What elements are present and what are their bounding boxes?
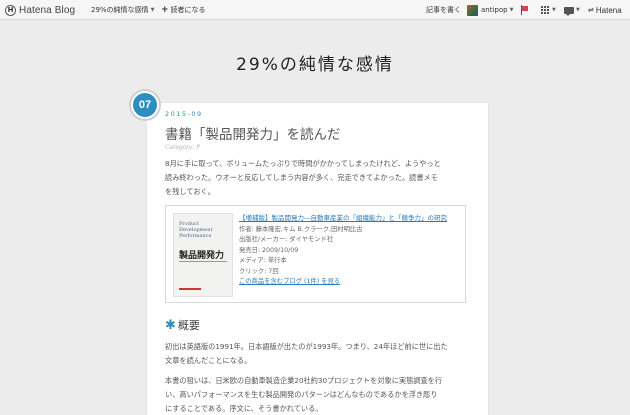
chevron-down-icon: ▼ bbox=[576, 7, 580, 13]
paragraph-line: い、高いパフォーマンスを生む製品開発のパターンはどんなものであるかを浮き彫り bbox=[165, 390, 438, 399]
product-info: 【増補版】製品開発力―自動車産業の「組織能力」と「競争力」の研究 作者: 藤本隆… bbox=[239, 213, 447, 288]
paragraph-line: 文章を読んだことになる。 bbox=[165, 356, 252, 365]
paragraph-line: 初出は英語版の1991年。日本語版が出たのが1993年。つまり、24年ほど前に世… bbox=[165, 342, 448, 351]
flag-icon bbox=[520, 5, 528, 15]
hatena-label: Hatena bbox=[595, 5, 622, 15]
subscribe-label: 読者になる bbox=[170, 6, 206, 14]
chevron-down-icon: ▼ bbox=[150, 7, 155, 13]
intro-line: 読み終わった。ウオーと反応してしまう内容が多く、完走できてよかった。読書メモ bbox=[165, 173, 438, 182]
top-navigation-bar: H Hatena Blog 29%の純情な感情 ▼ + 読者になる 記事を書く … bbox=[0, 0, 630, 20]
avatar bbox=[467, 4, 478, 16]
write-entry-label: 記事を書く bbox=[426, 6, 461, 14]
product-blog-link[interactable]: この商品を含むブログ (1件) を見る bbox=[239, 278, 340, 285]
cover-divider bbox=[179, 261, 227, 262]
product-title-link[interactable]: 【増補版】製品開発力―自動車産業の「組織能力」と「競争力」の研究 bbox=[239, 213, 447, 224]
product-clicks: クリック: 7回 bbox=[239, 267, 279, 275]
subscribe-button[interactable]: + 読者になる bbox=[161, 0, 206, 20]
blog-title[interactable]: 29%の純情な感情 bbox=[0, 50, 630, 75]
intro-line: を残しておく。 bbox=[165, 187, 215, 196]
entry-title[interactable]: 書籍「製品開発力」を読んだ bbox=[165, 123, 341, 143]
blog-menu-dropdown[interactable]: 29%の純情な感情 ▼ bbox=[91, 0, 154, 20]
chevron-down-icon: ▼ bbox=[509, 7, 514, 13]
chevron-down-icon: ▼ bbox=[552, 7, 556, 13]
summary-paragraph-1: 初出は英語版の1991年。日本語版が出たのが1993年。つまり、24年ほど前に世… bbox=[165, 340, 470, 368]
cover-accent bbox=[179, 288, 201, 290]
hatena-link[interactable]: ⇌ Hatena bbox=[588, 0, 622, 20]
grid-icon bbox=[541, 5, 550, 15]
messages-menu-button[interactable]: ▼ bbox=[564, 0, 580, 20]
intro-paragraph: 8月に手に取って、ボリュームたっぷりで時間がかかってしまったけれど、ようやっと … bbox=[165, 157, 470, 199]
speech-bubble-icon bbox=[564, 6, 574, 16]
section-heading: ✱ 概要 bbox=[165, 317, 200, 333]
hatena-arrow-icon: ⇌ bbox=[588, 6, 594, 14]
notification-flag-button[interactable] bbox=[520, 0, 528, 20]
summary-paragraph-2: 本書の狙いは、日米欧の自動車製造企業20社約30プロジェクトを対象に実態調査を行… bbox=[165, 374, 470, 415]
product-box: Product Development Performance 製品開発力 【増… bbox=[165, 205, 466, 303]
asterisk-icon: ✱ bbox=[165, 317, 176, 333]
entry-date[interactable]: 2015-09 bbox=[165, 110, 203, 118]
user-name: antipop bbox=[481, 6, 508, 14]
hatena-blog-logo[interactable]: H Hatena Blog bbox=[5, 0, 75, 20]
date-badge: 07 bbox=[131, 91, 159, 119]
book-japanese-title: 製品開発力 bbox=[179, 251, 225, 261]
blog-menu-label: 29%の純情な感情 bbox=[91, 6, 149, 14]
entry-category[interactable]: Category: P bbox=[165, 144, 200, 151]
product-author: 作者: 藤本隆宏,キム B.クラーク,田村明比古 bbox=[239, 225, 363, 233]
product-publisher: 出版社/メーカー: ダイヤモンド社 bbox=[239, 236, 334, 243]
paragraph-line: にすることである。序文に、そう書かれている。 bbox=[165, 404, 323, 413]
product-release-date: 発売日: 2009/10/09 bbox=[239, 246, 299, 254]
product-media: メディア: 単行本 bbox=[239, 257, 287, 264]
paragraph-line: 本書の狙いは、日米欧の自動車製造企業20社約30プロジェクトを対象に実態調査を行 bbox=[165, 376, 443, 385]
write-entry-button[interactable]: 記事を書く bbox=[426, 0, 461, 20]
book-english-title: Product Development Performance bbox=[179, 221, 213, 239]
user-menu-dropdown[interactable]: antipop ▼ bbox=[467, 0, 513, 20]
apps-menu-button[interactable]: ▼ bbox=[541, 0, 556, 20]
section-heading-text: 概要 bbox=[177, 319, 200, 332]
book-cover-image[interactable]: Product Development Performance 製品開発力 bbox=[173, 213, 233, 297]
intro-line: 8月に手に取って、ボリュームたっぷりで時間がかかってしまったけれど、ようやっと bbox=[165, 159, 441, 168]
hatena-logo-icon: H bbox=[5, 4, 16, 16]
logo-text: Hatena Blog bbox=[19, 4, 76, 16]
plus-icon: + bbox=[161, 5, 169, 15]
